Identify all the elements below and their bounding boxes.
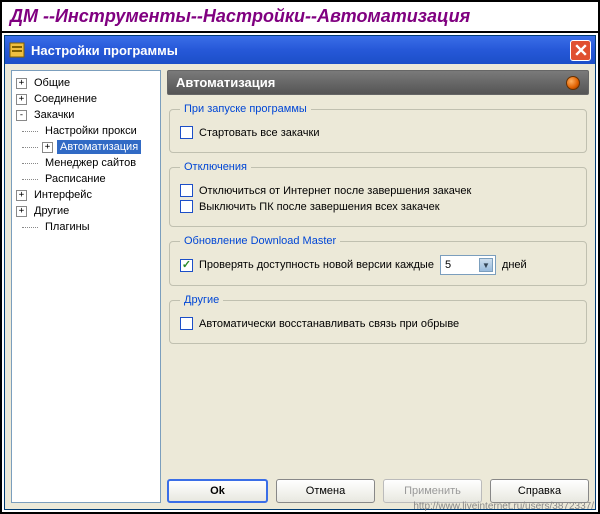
label-start-all: Стартовать все закачки: [199, 127, 319, 139]
tree-item[interactable]: Расписание: [14, 171, 158, 187]
ok-button[interactable]: Ok: [167, 479, 268, 503]
chevron-down-icon: ▼: [479, 258, 493, 272]
checkbox-auto-reconnect[interactable]: [180, 317, 193, 330]
group-shutdown-legend: Отключения: [180, 161, 251, 173]
tree-item[interactable]: + Автоматизация: [14, 139, 158, 155]
expand-icon[interactable]: +: [16, 78, 27, 89]
group-other: Другие Автоматически восстанавливать свя…: [169, 294, 587, 344]
group-startup: При запуске программы Стартовать все зак…: [169, 103, 587, 153]
tree-item-label: Менеджер сайтов: [42, 156, 139, 170]
checkbox-check-update[interactable]: [180, 259, 193, 272]
tree-item[interactable]: Плагины: [14, 219, 158, 235]
titlebar: Настройки программы: [5, 36, 595, 64]
page-title: ДМ --Инструменты--Настройки--Автоматизац…: [10, 6, 590, 27]
tree-item[interactable]: + Другие: [14, 203, 158, 219]
expand-icon[interactable]: +: [16, 206, 27, 217]
collapse-icon[interactable]: -: [16, 110, 27, 121]
close-button[interactable]: [570, 40, 591, 61]
tree-item[interactable]: -Закачки: [14, 107, 158, 123]
cancel-button[interactable]: Отмена: [276, 479, 375, 503]
button-bar: Ok Отмена Применить Справка: [167, 473, 589, 503]
tree-item[interactable]: + Соединение: [14, 91, 158, 107]
tree-item-label: Расписание: [42, 172, 109, 186]
app-icon: [9, 42, 25, 58]
tree-item-label: Соединение: [31, 92, 100, 106]
help-button[interactable]: Справка: [490, 479, 589, 503]
days-value: 5: [445, 259, 451, 271]
days-suffix: дней: [502, 259, 527, 271]
tree-item-label: Общие: [31, 76, 73, 90]
page-header: ДМ --Инструменты--Настройки--Автоматизац…: [2, 2, 598, 33]
checkbox-disconnect[interactable]: [180, 184, 193, 197]
window-title: Настройки программы: [31, 43, 570, 58]
tree-item-label: Плагины: [42, 220, 93, 234]
tree-item-label: Настройки прокси: [42, 124, 140, 138]
settings-window: Настройки программы + Общие + Соединение-За…: [4, 35, 596, 510]
checkbox-start-all[interactable]: [180, 126, 193, 139]
close-icon: [575, 44, 587, 56]
tree-item[interactable]: + Общие: [14, 75, 158, 91]
tree-item[interactable]: Менеджер сайтов: [14, 155, 158, 171]
group-startup-legend: При запуске программы: [180, 103, 311, 115]
tree-item-label: Автоматизация: [57, 140, 141, 154]
tree-item-label: Интерфейс: [31, 188, 95, 202]
watermark: http://www.liveinternet.ru/users/3872337…: [413, 501, 594, 512]
section-title: Автоматизация: [176, 75, 566, 90]
tree-item-label: Закачки: [31, 108, 77, 122]
section-header: Автоматизация: [167, 70, 589, 95]
expand-icon[interactable]: +: [16, 94, 27, 105]
status-dot-icon: [566, 76, 580, 90]
label-shutdown-pc: Выключить ПК после завершения всех закач…: [199, 201, 440, 213]
days-select[interactable]: 5 ▼: [440, 255, 496, 275]
expand-icon[interactable]: +: [42, 142, 53, 153]
tree-item-label: Другие: [31, 204, 72, 218]
checkbox-shutdown-pc[interactable]: [180, 200, 193, 213]
group-update: Обновление Download Master Проверять дос…: [169, 235, 587, 286]
group-other-legend: Другие: [180, 294, 223, 306]
group-shutdown: Отключения Отключиться от Интернет после…: [169, 161, 587, 227]
tree-item[interactable]: + Интерфейс: [14, 187, 158, 203]
tree-item[interactable]: Настройки прокси: [14, 123, 158, 139]
expand-icon[interactable]: +: [16, 190, 27, 201]
label-auto-reconnect: Автоматически восстанавливать связь при …: [199, 318, 459, 330]
apply-button: Применить: [383, 479, 482, 503]
label-check-update: Проверять доступность новой версии кажды…: [199, 259, 434, 271]
group-update-legend: Обновление Download Master: [180, 235, 340, 247]
label-disconnect: Отключиться от Интернет после завершения…: [199, 185, 471, 197]
category-tree[interactable]: +Общие+Соединение-ЗакачкиНастройки прокс…: [11, 70, 161, 503]
